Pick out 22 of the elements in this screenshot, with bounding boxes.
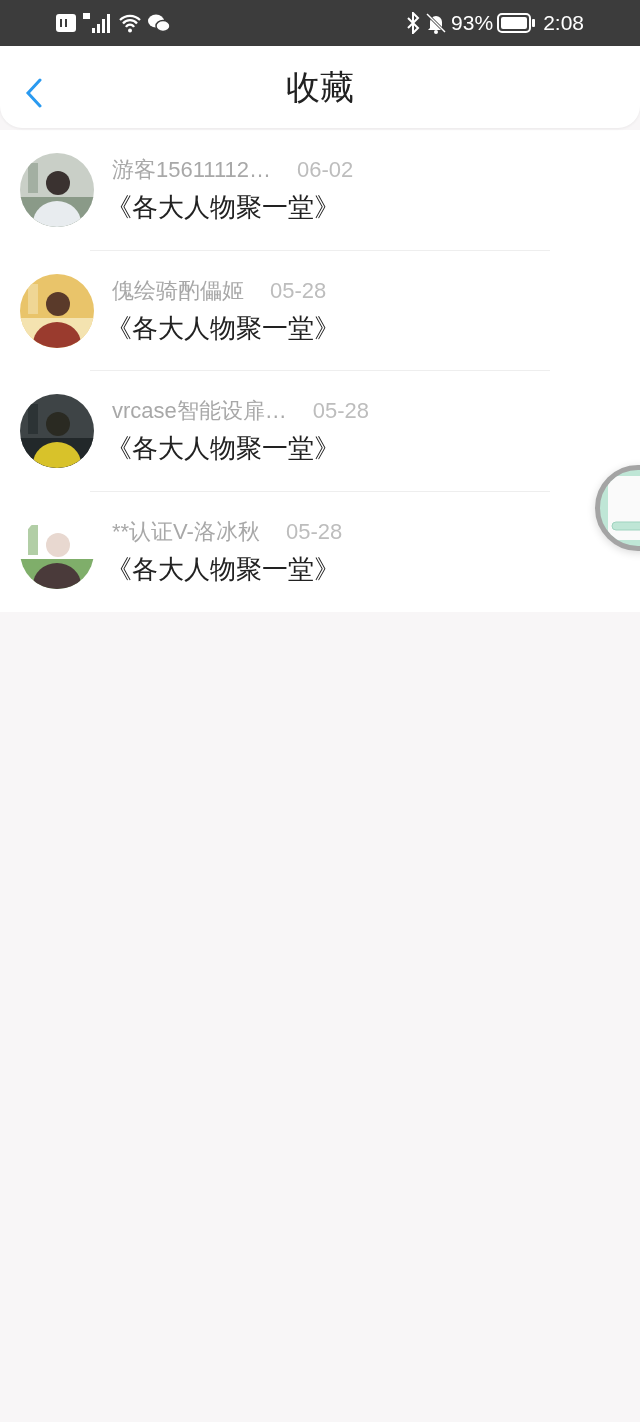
user-name: **认证V-洛冰秋 xyxy=(112,517,260,546)
chat-icon xyxy=(148,13,170,33)
post-date: 05-28 xyxy=(285,517,343,546)
user-name: 傀绘骑酌儡姬 xyxy=(112,276,244,305)
item-title: 《各大人物聚一堂》 xyxy=(106,191,341,225)
item-title: 《各大人物聚一堂》 xyxy=(106,432,341,466)
battery-icon xyxy=(497,13,536,33)
user-name: 游客15611112… xyxy=(112,156,271,185)
signal-icon xyxy=(82,12,112,34)
battery-percent: 93% xyxy=(451,10,494,37)
user-name: vrcase智能设扉… xyxy=(112,397,287,426)
post-date: 05-28 xyxy=(312,397,370,426)
bluetooth-icon xyxy=(405,12,422,34)
post-date: 06-02 xyxy=(297,156,354,185)
item-title: 《各大人物聚一堂》 xyxy=(106,311,340,345)
hd-icon xyxy=(56,14,76,32)
post-date: 05-28 xyxy=(270,276,327,305)
wifi-icon xyxy=(118,13,142,33)
page-title: 收藏 xyxy=(286,66,354,108)
bell-off-icon xyxy=(425,12,448,34)
clock: 2:08 xyxy=(543,10,584,37)
item-title: 《各大人物聚一堂》 xyxy=(106,552,341,586)
